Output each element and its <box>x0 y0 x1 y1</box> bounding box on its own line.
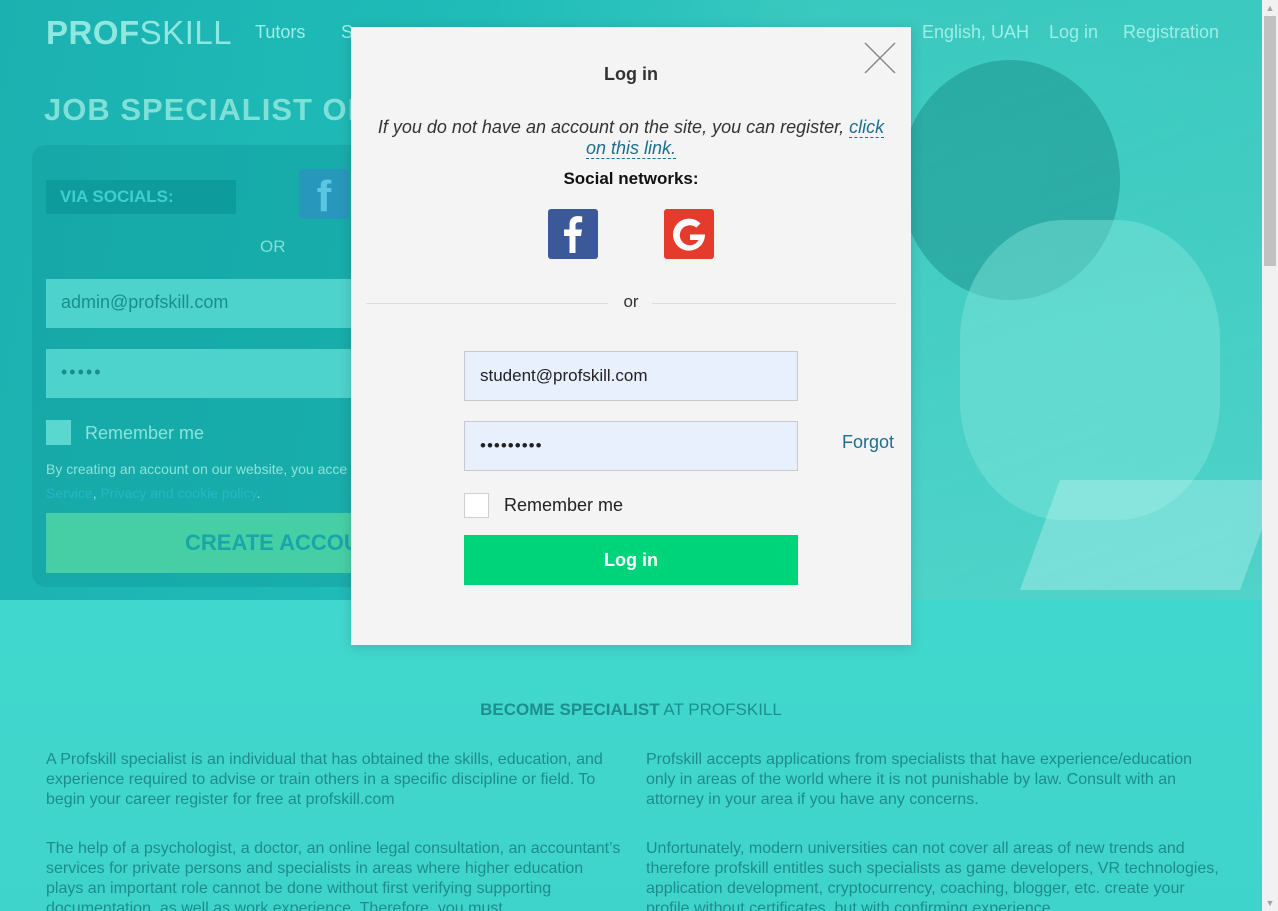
about-paragraph: The help of a psychologist, a doctor, an… <box>46 840 621 911</box>
privacy-policy-link[interactable]: Privacy and cookie policy <box>100 485 256 501</box>
remember-me-label: Remember me <box>504 495 624 515</box>
modal-title: Log in <box>604 64 658 84</box>
registration-password-field[interactable]: ••••• <box>46 349 366 398</box>
or-divider-label: or <box>623 292 639 311</box>
google-icon <box>673 218 706 251</box>
divider-left <box>366 303 608 304</box>
registration-or-label: OR <box>260 237 286 256</box>
registration-remember-label: Remember me <box>85 423 205 443</box>
login-button[interactable]: Log in <box>464 535 798 585</box>
section-title: BECOME SPECIALIST AT PROFSKILL <box>480 700 782 719</box>
social-networks-label: Social networks: <box>563 169 699 188</box>
via-socials-label: VIA SOCIALS: <box>46 180 236 214</box>
nav-registration-link[interactable]: Registration <box>1123 22 1219 43</box>
facebook-login-button[interactable] <box>548 209 598 259</box>
divider-right <box>652 303 896 304</box>
email-field[interactable] <box>464 351 798 401</box>
login-modal: Log in If you do not have an account on … <box>351 27 911 645</box>
register-info-text: If you do not have an account on the sit… <box>377 117 885 159</box>
registration-remember-checkbox[interactable] <box>46 420 71 445</box>
hero-title: JOB SPECIALIST ONLI <box>44 92 401 127</box>
registration-facebook-icon[interactable]: f <box>299 169 349 221</box>
nav-login-link[interactable]: Log in <box>1049 22 1098 43</box>
site-logo[interactable]: PROFSKILL <box>46 14 232 52</box>
google-login-button[interactable] <box>664 209 714 259</box>
remember-me-checkbox[interactable] <box>464 493 489 518</box>
registration-email-field[interactable]: admin@profskill.com <box>46 279 366 328</box>
nav-tutors[interactable]: Tutors <box>255 22 305 43</box>
scrollbar-thumb[interactable] <box>1264 16 1276 266</box>
scroll-down-icon[interactable]: ▼ <box>1262 895 1278 911</box>
hero-photo-figure-body <box>960 220 1220 520</box>
registration-terms-text: By creating an account on our website, y… <box>46 461 348 501</box>
facebook-icon <box>564 216 583 253</box>
forgot-password-link[interactable]: Forgot <box>842 432 894 453</box>
language-currency-selector[interactable]: English, UAH <box>922 22 1029 43</box>
about-paragraph: Unfortunately, modern universities can n… <box>646 840 1219 911</box>
password-field[interactable] <box>464 421 798 471</box>
create-account-button[interactable]: CREATE ACCOUN <box>46 513 366 573</box>
terms-of-service-link[interactable]: Service <box>46 485 93 501</box>
about-paragraph: A Profskill specialist is an individual … <box>46 751 603 808</box>
about-paragraph: Profskill accepts applications from spec… <box>646 751 1193 808</box>
scroll-up-icon[interactable]: ▲ <box>1262 0 1278 16</box>
hero-photo-book <box>1019 480 1278 590</box>
